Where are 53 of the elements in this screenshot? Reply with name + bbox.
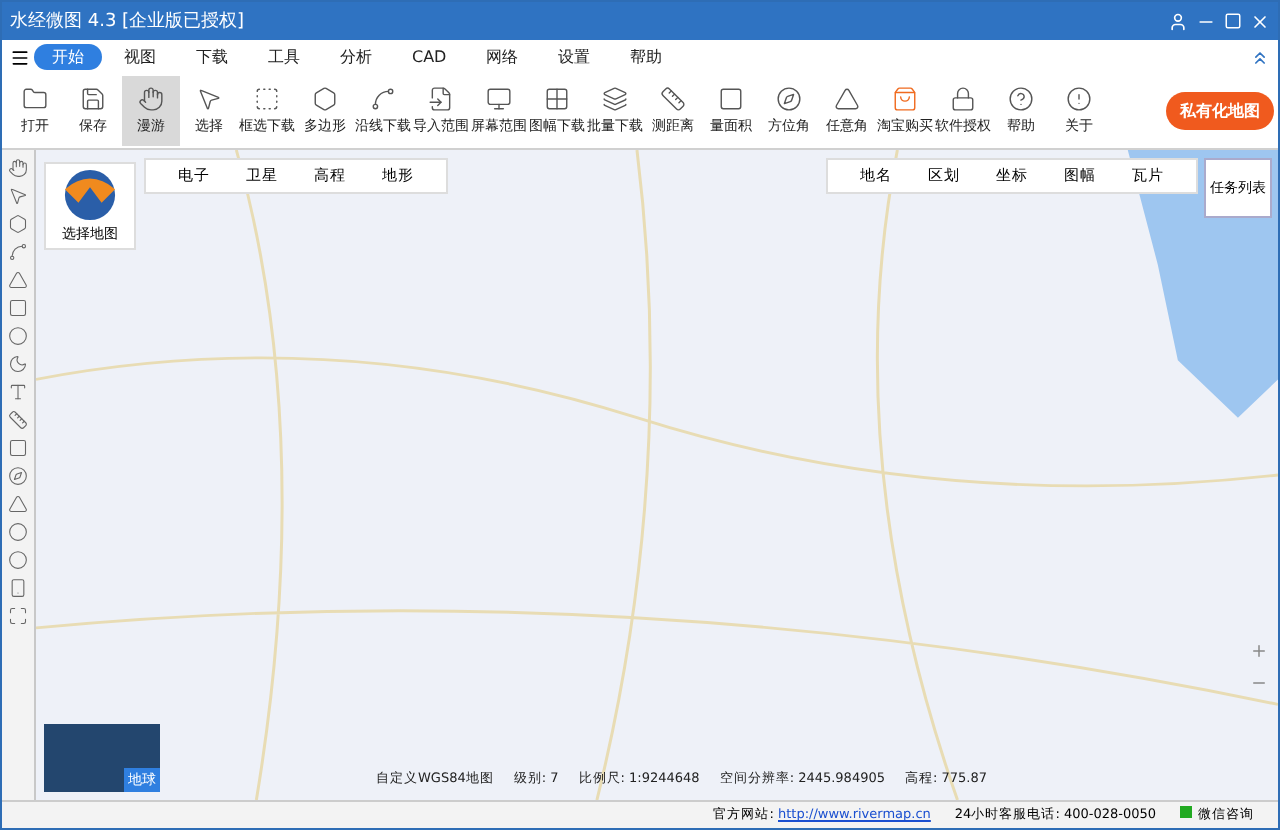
bag-icon bbox=[892, 86, 918, 112]
info-icon bbox=[1066, 86, 1092, 112]
pointer-icon bbox=[196, 86, 222, 112]
ruler-icon[interactable] bbox=[8, 410, 28, 430]
import-icon bbox=[428, 86, 454, 112]
polyline-icon[interactable] bbox=[8, 242, 28, 262]
menu-icon[interactable] bbox=[10, 47, 30, 67]
polyline-icon bbox=[370, 86, 396, 112]
circle-icon[interactable] bbox=[8, 522, 28, 542]
menu-tab[interactable]: 视图 bbox=[106, 44, 174, 70]
circle-icon[interactable] bbox=[8, 326, 28, 346]
collapse-icon[interactable] bbox=[1250, 47, 1270, 67]
phone-icon[interactable] bbox=[8, 578, 28, 598]
menu-tab[interactable]: 分析 bbox=[322, 44, 390, 70]
menu-tab[interactable]: CAD bbox=[394, 46, 465, 68]
hand-icon[interactable] bbox=[8, 158, 28, 178]
circle-icon[interactable] bbox=[8, 550, 28, 570]
square-icon[interactable] bbox=[8, 298, 28, 318]
hand-icon bbox=[138, 86, 164, 112]
square-icon bbox=[718, 86, 744, 112]
compass-icon bbox=[776, 86, 802, 112]
square-icon[interactable] bbox=[8, 438, 28, 458]
plus-icon bbox=[1249, 641, 1267, 659]
window-title: 水经微图 4.3 [企业版已授权] bbox=[10, 9, 247, 34]
hexagon-icon bbox=[312, 86, 338, 112]
menu-tab[interactable]: 工具 bbox=[250, 44, 318, 70]
close-icon[interactable] bbox=[1250, 11, 1270, 31]
logo-icon bbox=[62, 168, 118, 222]
hexagon-icon[interactable] bbox=[8, 214, 28, 234]
menu-tab[interactable]: 帮助 bbox=[612, 44, 681, 70]
triangle-icon[interactable] bbox=[8, 494, 28, 514]
user-icon[interactable] bbox=[1168, 11, 1188, 31]
ruler-icon bbox=[660, 86, 686, 112]
maximize-icon[interactable] bbox=[1224, 12, 1242, 30]
grid-icon bbox=[544, 86, 570, 112]
monitor-icon bbox=[486, 86, 512, 112]
pointer-icon[interactable] bbox=[8, 186, 28, 206]
expand-icon[interactable] bbox=[8, 606, 28, 626]
moon-icon[interactable] bbox=[8, 354, 28, 374]
folder-icon bbox=[22, 86, 48, 112]
menu-tab[interactable]: 开始 bbox=[34, 44, 102, 70]
triangle-icon[interactable] bbox=[8, 270, 28, 290]
lock-icon bbox=[950, 86, 976, 112]
text-icon[interactable] bbox=[8, 382, 28, 402]
dashed-square-icon bbox=[254, 86, 280, 112]
triangle-icon bbox=[834, 86, 860, 112]
menu-tab[interactable]: 下载 bbox=[178, 44, 246, 70]
help-icon bbox=[1008, 86, 1034, 112]
menu-tab[interactable]: 设置 bbox=[540, 44, 609, 70]
menu-tab[interactable]: 网络 bbox=[468, 44, 537, 70]
save-icon bbox=[80, 86, 106, 112]
compass-icon[interactable] bbox=[8, 466, 28, 486]
layers-icon bbox=[602, 86, 628, 112]
